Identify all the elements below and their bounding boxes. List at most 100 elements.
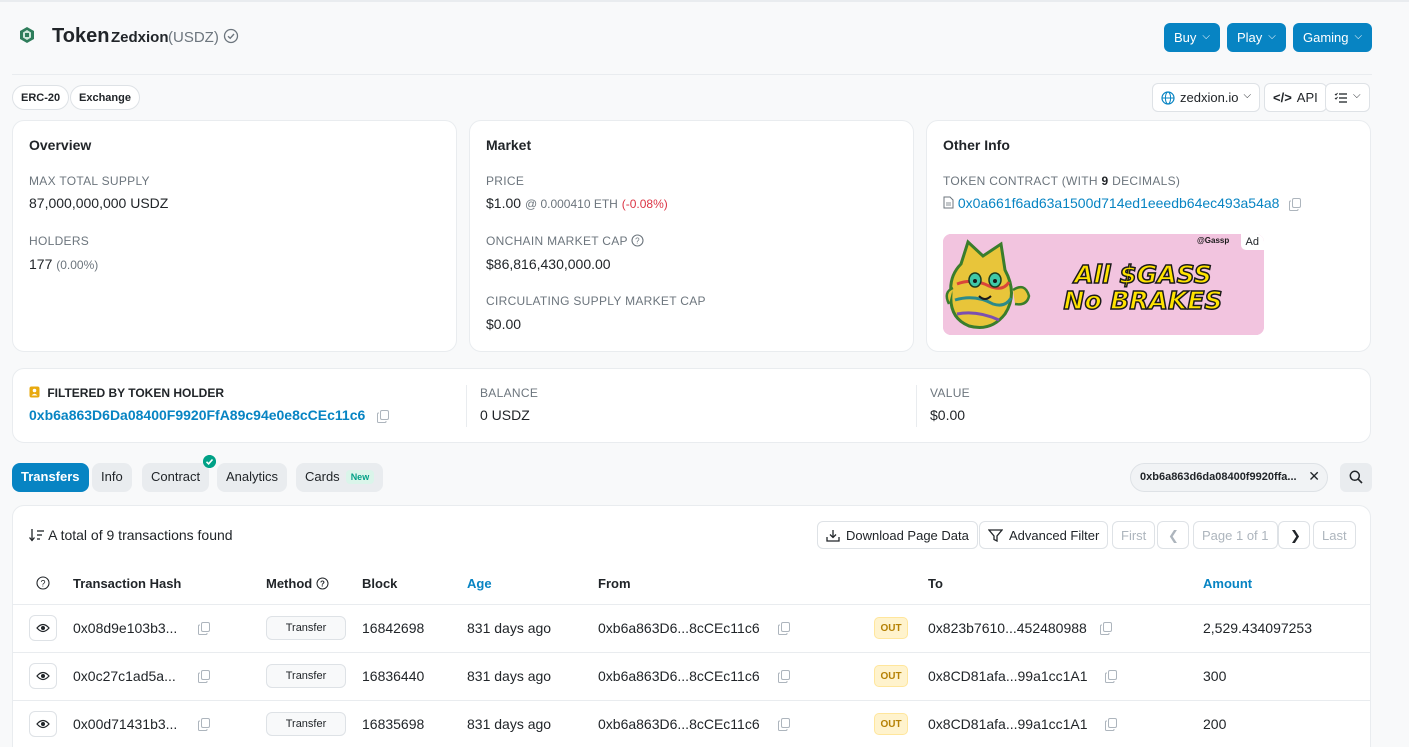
to-address-link[interactable]: 0x823b7610...452480988 [928, 620, 1087, 636]
token-symbol: (USDZ) [168, 29, 219, 46]
column-header-block: Block [362, 576, 398, 591]
chevron-down-icon: ⌵ [1202, 31, 1210, 42]
value-value: $0.00 [930, 407, 966, 423]
tab-info[interactable]: Info [92, 463, 132, 492]
holder-filter-card: FILTERED BY TOKEN HOLDER 0xb6a863D6Da084… [12, 368, 1371, 443]
column-header-age[interactable]: Age [467, 576, 492, 591]
search-button[interactable] [1340, 463, 1372, 492]
copy-icon[interactable] [778, 670, 790, 683]
to-address-link[interactable]: 0x8CD81afa...99a1cc1A1 [928, 668, 1088, 684]
block-link[interactable]: 16836440 [362, 668, 424, 684]
download-icon [826, 530, 840, 542]
copy-icon[interactable] [198, 670, 210, 683]
copy-icon[interactable] [1105, 718, 1117, 731]
verified-check-icon [223, 28, 239, 44]
last-page-button[interactable]: Last [1313, 521, 1356, 549]
code-icon: </> [1273, 90, 1292, 105]
onchain-cap-value: $86,816,430,000.00 [486, 256, 611, 272]
direction-out-badge: OUT [874, 665, 908, 687]
price-label: PRICE [486, 174, 525, 188]
svg-text:?: ? [320, 580, 325, 589]
amount-value: 2,529.434097253 [1203, 620, 1312, 636]
value-label: VALUE [930, 386, 970, 400]
advanced-filter-button[interactable]: Advanced Filter [979, 521, 1109, 549]
filter-icon [988, 529, 1003, 542]
circ-cap-value: $0.00 [486, 316, 522, 332]
eye-icon [36, 719, 50, 729]
ad-line-2: No BRAKES [1063, 286, 1223, 315]
block-link[interactable]: 16835698 [362, 716, 424, 732]
first-page-button[interactable]: First [1112, 521, 1156, 549]
eye-icon [36, 671, 50, 681]
globe-icon [1161, 91, 1175, 105]
direction-out-badge: OUT [874, 617, 908, 639]
copy-icon[interactable] [1105, 670, 1117, 683]
gaming-button[interactable]: Gaming ⌵ [1293, 23, 1373, 52]
from-address: 0xb6a863D6...8cCEc11c6 [598, 620, 760, 636]
price-row: $1.00 @ 0.000410 ETH (-0.08%) [486, 195, 668, 211]
advanced-filter-label: Advanced Filter [1009, 528, 1100, 543]
header-divider [12, 74, 1372, 75]
tx-hash-link[interactable]: 0x0c27c1ad5a... [73, 668, 176, 684]
address-filter-chip[interactable]: 0xb6a863d6da08400f9920ffa... ✕ [1130, 463, 1328, 492]
api-label: API [1296, 90, 1318, 105]
age-value: 831 days ago [467, 716, 552, 732]
api-button[interactable]: </> API [1264, 83, 1327, 112]
new-badge: New [345, 470, 375, 484]
page-header: Token Zedxion (USDZ) Buy ⌵ Play ⌵ Gaming… [12, 16, 1373, 58]
advertisement-banner[interactable]: All $GASS No BRAKES @Gassp Ad [943, 234, 1264, 335]
more-options-button[interactable]: ⌵ [1325, 83, 1370, 112]
holders-row: 177 (0.00%) [29, 256, 98, 272]
copy-icon[interactable] [778, 622, 790, 635]
contract-address-link[interactable]: 0x0a661f6ad63a1500d714ed1eeedb64ec493a54… [958, 195, 1280, 211]
chevron-down-icon: ⌵ [1354, 31, 1363, 42]
copy-icon[interactable] [198, 718, 210, 731]
download-page-data-button[interactable]: Download Page Data [817, 521, 978, 549]
help-circle-icon[interactable]: ? [316, 577, 329, 590]
market-card: Market PRICE $1.00 @ 0.000410 ETH (-0.08… [469, 120, 914, 352]
filter-address-link[interactable]: 0xb6a863D6Da08400F9920FfA89c94e0e8cCEc11… [29, 407, 365, 423]
page-indicator: Page 1 of 1 [1193, 521, 1278, 549]
tx-hash-link[interactable]: 0x00d71431b3... [73, 716, 177, 732]
token-name: Zedxion [111, 29, 169, 46]
sort-amount-icon [29, 529, 44, 542]
tag-exchange[interactable]: Exchange [70, 85, 140, 110]
copy-icon[interactable] [1289, 197, 1302, 211]
list-check-icon [1334, 92, 1347, 103]
tab-transfers[interactable]: Transfers [12, 463, 89, 492]
tab-analytics[interactable]: Analytics [217, 463, 288, 492]
to-address-link[interactable]: 0x8CD81afa...99a1cc1A1 [928, 716, 1088, 732]
ad-handle: @Gassp [1197, 236, 1230, 245]
copy-icon[interactable] [778, 718, 790, 731]
prev-page-button[interactable]: ❮ [1157, 521, 1189, 549]
block-link[interactable]: 16842698 [362, 620, 424, 636]
help-circle-icon[interactable]: ? [36, 576, 50, 590]
other-info-card: Other Info TOKEN CONTRACT (WITH 9 DECIMA… [926, 120, 1371, 352]
tab-contract[interactable]: Contract [142, 463, 210, 492]
transactions-summary-row: A total of 9 transactions found [29, 527, 233, 543]
ad-slogan: All $GASS No BRAKES [1045, 261, 1241, 315]
website-button[interactable]: zedxion.io ⌵ [1152, 83, 1261, 112]
view-details-button[interactable] [29, 663, 57, 689]
tag-erc20[interactable]: ERC-20 [12, 85, 70, 110]
view-details-button[interactable] [29, 711, 57, 737]
help-circle-icon[interactable]: ? [631, 234, 644, 247]
ad-tag: Ad [1240, 234, 1264, 250]
column-header-method-row: Method ? [266, 576, 329, 591]
filter-label-row: FILTERED BY TOKEN HOLDER [29, 386, 224, 400]
price-value: $1.00 [486, 195, 522, 211]
tab-cards[interactable]: Cards New [296, 463, 384, 492]
holders-value[interactable]: 177 [29, 256, 52, 272]
copy-icon[interactable] [377, 409, 390, 423]
tx-hash-link[interactable]: 0x08d9e103b3... [73, 620, 177, 636]
buy-button[interactable]: Buy ⌵ [1164, 23, 1220, 52]
copy-icon[interactable] [198, 622, 210, 635]
view-details-button[interactable] [29, 615, 57, 641]
next-page-button[interactable]: ❯ [1278, 521, 1310, 549]
chevron-down-icon: ⌵ [1268, 31, 1276, 42]
copy-icon[interactable] [1100, 622, 1112, 635]
close-icon[interactable]: ✕ [1308, 468, 1320, 485]
play-button[interactable]: Play ⌵ [1227, 23, 1286, 52]
column-header-amount[interactable]: Amount [1203, 576, 1252, 591]
download-label: Download Page Data [846, 528, 969, 543]
